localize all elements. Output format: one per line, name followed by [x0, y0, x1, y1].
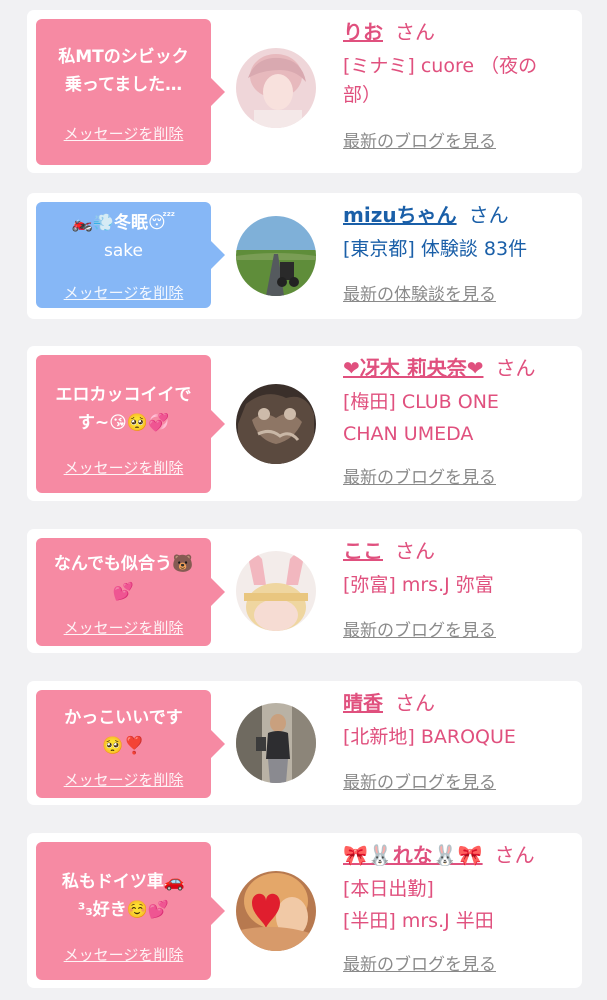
message-bubble: なんでも似合う🐻 💕 メッセージを削除	[36, 538, 225, 646]
profile-name-link[interactable]: 🎀🐰れな🐰🎀	[343, 843, 483, 867]
profile-info: ❤冴木 莉央奈❤ さん [梅田] CLUB ONE CHAN UMEDA	[343, 354, 570, 450]
detail-line: [北新地] BAROQUE	[343, 726, 516, 748]
honorific: さん	[395, 539, 435, 563]
latest-blog-link[interactable]: 最新のブログを見る	[343, 621, 496, 641]
avatar[interactable]	[236, 216, 316, 296]
name-row: ❤冴木 莉央奈❤ さん	[343, 354, 570, 382]
message-line: エロカッコイイで	[55, 385, 192, 405]
honorific: さん	[395, 691, 435, 715]
profile-name-link[interactable]: ❤冴木 莉央奈❤	[343, 356, 483, 380]
message-card: 私MTのシビック 乗ってました… メッセージを削除 りお さん [ミナミ] cuo…	[27, 10, 582, 173]
delete-message-link[interactable]: メッセージを削除	[36, 771, 211, 789]
latest-blog-link[interactable]: 最新のブログを見る	[343, 132, 496, 152]
message-card: 🏍️💨冬眠😴 sake メッセージを削除 mizuちゃん さん [東京都] 体験談…	[27, 193, 582, 319]
message-line: す~😘🥺💞	[77, 413, 170, 433]
avatar[interactable]	[236, 551, 316, 631]
profile-info: りお さん [ミナミ] cuore （夜の 部）	[343, 18, 570, 111]
avatar[interactable]	[236, 871, 316, 951]
shop-detail: [ミナミ] cuore （夜の 部）	[343, 50, 570, 111]
avatar-image	[236, 48, 316, 128]
message-text: 🏍️💨冬眠😴 sake	[42, 209, 205, 265]
name-row: 🎀🐰れな🐰🎀 さん	[343, 841, 570, 869]
message-card: かっこいいです 🥺❣️ メッセージを削除 晴香 さん [北新地] BAROQUE …	[27, 681, 582, 805]
message-text: 私もドイツ車🚗 ³₃好き☺️💕	[42, 868, 205, 924]
detail-line: [弥富] mrs.J 弥富	[343, 574, 494, 596]
avatar-image	[236, 871, 316, 951]
detail-line: [東京都] 体験談 83件	[343, 238, 528, 260]
shop-detail: [弥富] mrs.J 弥富	[343, 569, 570, 601]
message-bubble: 私MTのシビック 乗ってました… メッセージを削除	[36, 19, 225, 165]
delete-message-link[interactable]: メッセージを削除	[36, 619, 211, 637]
delete-message-link[interactable]: メッセージを削除	[36, 459, 211, 477]
name-row: mizuちゃん さん	[343, 201, 570, 229]
message-card: なんでも似合う🐻 💕 メッセージを削除 ここ さん [弥富] mrs.J 弥富 最…	[27, 529, 582, 653]
avatar[interactable]	[236, 703, 316, 783]
delete-message-link[interactable]: メッセージを削除	[36, 284, 211, 302]
honorific: さん	[495, 356, 536, 380]
message-line: sake	[104, 241, 143, 261]
latest-blog-link[interactable]: 最新のブログを見る	[343, 955, 496, 975]
delete-message-link[interactable]: メッセージを削除	[36, 946, 211, 964]
latest-blog-link[interactable]: 最新のブログを見る	[343, 773, 496, 793]
name-row: 晴香 さん	[343, 689, 570, 717]
shop-detail: [梅田] CLUB ONE CHAN UMEDA	[343, 386, 570, 450]
message-line: 私もドイツ車🚗	[61, 872, 186, 892]
profile-info: 晴香 さん [北新地] BAROQUE	[343, 689, 570, 753]
latest-review-link[interactable]: 最新の体験談を見る	[343, 285, 496, 305]
shop-detail: [本日出勤] [半田] mrs.J 半田	[343, 873, 570, 937]
avatar-image	[236, 703, 316, 783]
message-text: 私MTのシビック 乗ってました…	[42, 43, 205, 99]
shop-detail: [北新地] BAROQUE	[343, 721, 570, 753]
detail-line: CHAN UMEDA	[343, 423, 474, 445]
shop-detail: [東京都] 体験談 83件	[343, 233, 570, 265]
detail-line: [梅田] CLUB ONE	[343, 391, 499, 413]
detail-line: 部）	[343, 84, 382, 106]
message-text: なんでも似合う🐻 💕	[42, 550, 205, 606]
delete-message-link[interactable]: メッセージを削除	[36, 125, 211, 143]
profile-info: 🎀🐰れな🐰🎀 さん [本日出勤] [半田] mrs.J 半田	[343, 841, 570, 937]
honorific: さん	[494, 843, 535, 867]
name-row: ここ さん	[343, 537, 570, 565]
message-line: なんでも似合う🐻	[53, 554, 194, 574]
honorific: さん	[468, 203, 509, 227]
message-bubble: エロカッコイイで す~😘🥺💞 メッセージを削除	[36, 355, 225, 493]
profile-name-link[interactable]: ここ	[343, 539, 383, 563]
avatar-image	[236, 384, 316, 464]
profile-info: ここ さん [弥富] mrs.J 弥富	[343, 537, 570, 601]
message-line: かっこいいです	[64, 708, 183, 728]
detail-line: [半田] mrs.J 半田	[343, 910, 494, 932]
avatar-image	[236, 216, 316, 296]
profile-info: mizuちゃん さん [東京都] 体験談 83件	[343, 201, 570, 265]
message-card: エロカッコイイで す~😘🥺💞 メッセージを削除 ❤冴木 莉央奈❤ さん [梅田] …	[27, 346, 582, 501]
message-card: 私もドイツ車🚗 ³₃好き☺️💕 メッセージを削除 🎀🐰れな🐰🎀 さん [本日出勤]…	[27, 833, 582, 988]
avatar-image	[236, 551, 316, 631]
message-line: ³₃好き☺️💕	[77, 900, 170, 920]
avatar[interactable]	[236, 384, 316, 464]
message-bubble: かっこいいです 🥺❣️ メッセージを削除	[36, 690, 225, 798]
profile-name-link[interactable]: 晴香	[343, 691, 383, 715]
message-line: 私MTのシビック	[58, 47, 189, 67]
name-row: りお さん	[343, 18, 570, 46]
message-bubble: 私もドイツ車🚗 ³₃好き☺️💕 メッセージを削除	[36, 842, 225, 980]
latest-blog-link[interactable]: 最新のブログを見る	[343, 468, 496, 488]
profile-name-link[interactable]: りお	[343, 20, 383, 44]
message-line: 💕	[112, 582, 135, 602]
message-text: かっこいいです 🥺❣️	[42, 704, 205, 760]
profile-name-link[interactable]: mizuちゃん	[343, 203, 457, 227]
message-text: エロカッコイイで す~😘🥺💞	[42, 381, 205, 437]
detail-line: [ミナミ] cuore （夜の	[343, 55, 538, 77]
message-line: 乗ってました…	[64, 75, 183, 95]
avatar[interactable]	[236, 48, 316, 128]
message-line: 🏍️💨冬眠😴	[71, 213, 176, 233]
message-line: 🥺❣️	[102, 736, 145, 756]
working-today-label: [本日出勤]	[343, 878, 434, 900]
honorific: さん	[395, 20, 435, 44]
message-bubble: 🏍️💨冬眠😴 sake メッセージを削除	[36, 202, 225, 308]
